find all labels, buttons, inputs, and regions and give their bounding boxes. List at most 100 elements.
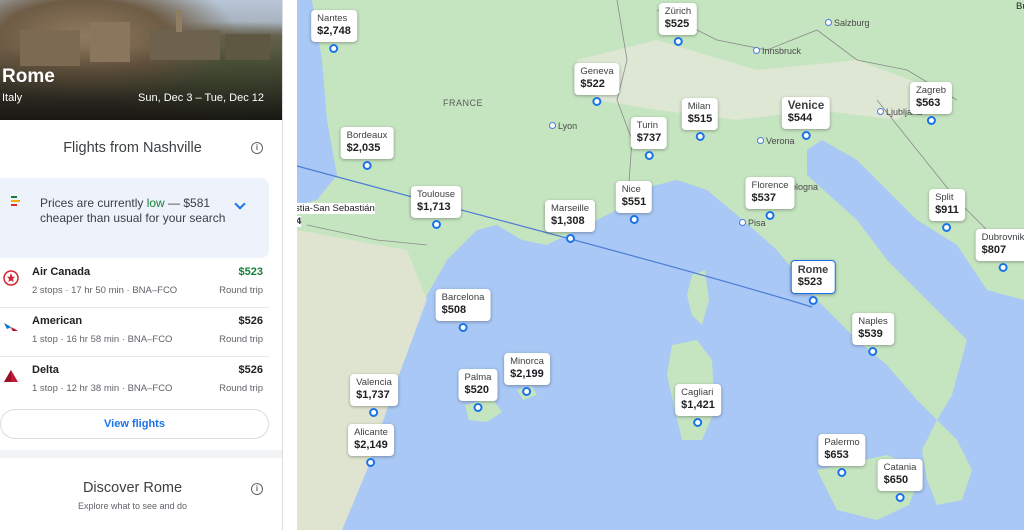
map-price-pin[interactable]: Split $911	[929, 189, 965, 232]
pin-price: $2,748	[317, 25, 351, 37]
map-price-pin[interactable]: Alicante $2,149	[348, 424, 394, 467]
map-price-pin[interactable]: Florence $537	[745, 177, 795, 220]
pin-dot	[362, 161, 372, 170]
map-city-dot	[877, 108, 884, 115]
pin-city: Zagreb	[915, 85, 947, 96]
pin-city: Palermo	[824, 437, 860, 448]
pin-city: Split	[935, 192, 954, 203]
trip-dates: Sun, Dec 3 – Tue, Dec 12	[138, 92, 264, 104]
map-price-pin[interactable]: Palma $520	[458, 369, 498, 412]
map-place-label: Innsbruck	[762, 46, 802, 56]
flight-option[interactable]: American 1 stop · 16 hr 58 min · BNA–FCO…	[0, 307, 269, 356]
map-price-pin[interactable]: Dubrovnik $807	[975, 229, 1024, 272]
pin-price: $525	[664, 18, 690, 30]
pin-dot	[693, 418, 703, 427]
map-price-pin[interactable]: Nantes $2,748	[311, 10, 357, 53]
pin-price: $544	[787, 112, 813, 124]
price-level-icon	[11, 196, 23, 206]
map-price-pin[interactable]: Palermo $653	[818, 434, 866, 477]
pin-price: $1,421	[681, 399, 715, 411]
pin-dot	[837, 468, 847, 477]
airline-name: American	[32, 315, 83, 327]
discover-title: Discover Rome	[82, 480, 183, 496]
map-city-dot	[753, 47, 760, 54]
map-price-pin[interactable]: Venice $544	[781, 97, 831, 140]
pin-city: Venice	[787, 100, 825, 112]
pin-price: $2,149	[354, 439, 388, 451]
pin-dot	[942, 223, 952, 232]
pin-price: $2,035	[346, 142, 381, 154]
pin-dot	[565, 234, 575, 243]
pin-dot	[868, 347, 878, 356]
chevron-down-icon[interactable]	[234, 198, 246, 210]
flight-price: $526	[238, 364, 263, 376]
map-price-pin[interactable]: Catania $650	[877, 459, 923, 502]
pin-city: Marseille	[550, 203, 590, 214]
pin-price: $653	[824, 449, 849, 461]
map-price-pin[interactable]: Zagreb $563	[909, 82, 953, 125]
price-insight[interactable]: Prices are currently low — $581 cheaper …	[0, 178, 269, 258]
destination-title: Rome	[2, 66, 55, 87]
destination-photo: Rome Italy Sun, Dec 3 – Tue, Dec 12	[0, 0, 282, 120]
price-level: low	[146, 196, 165, 210]
discover-subtitle: Explore what to see and do	[77, 501, 188, 511]
map-price-pin[interactable]: Barcelona $508	[435, 289, 491, 332]
pin-city: Alicante	[354, 427, 388, 438]
airline-name: Delta	[32, 364, 59, 376]
pin-price: $523	[797, 276, 823, 288]
map-price-pin[interactable]: Milan $515	[681, 98, 719, 141]
pin-dot	[369, 408, 379, 417]
flight-detail: 1 stop · 12 hr 38 min · BNA–FCO	[32, 383, 173, 394]
map-price-pin[interactable]: Geneva $522	[574, 63, 620, 106]
pin-city: Palma	[464, 372, 492, 383]
pin-city: Milan	[687, 101, 711, 112]
pin-dot	[629, 215, 639, 224]
pin-city: Toulouse	[416, 189, 456, 200]
pin-price: $563	[915, 97, 941, 109]
flights-title: Flights from Nashville	[63, 140, 202, 156]
pin-price: $515	[687, 113, 713, 125]
info-icon[interactable]: i	[251, 142, 263, 154]
pin-price: $1,308	[550, 215, 585, 227]
pin-city: Bordeaux	[346, 130, 388, 141]
pin-dot	[765, 211, 775, 220]
pin-dot	[808, 296, 818, 305]
pin-city: Rome	[797, 264, 829, 276]
flight-option[interactable]: Delta 1 stop · 12 hr 38 min · BNA–FCO $5…	[0, 356, 269, 405]
map-city-dot	[825, 19, 832, 26]
pin-dot	[695, 132, 705, 141]
pin-city: Zürich	[664, 6, 692, 17]
pin-price: $2,199	[510, 368, 544, 380]
pin-price: $520	[464, 384, 490, 396]
destination-country: Italy	[2, 92, 23, 104]
map-price-pin[interactable]: Valencia $1,737	[350, 374, 398, 417]
map-price-pin[interactable]: Cagliari $1,421	[675, 384, 721, 427]
map-price-pin[interactable]: Bordeaux $2,035	[340, 127, 394, 170]
pin-city: Valencia	[356, 377, 392, 388]
flight-option[interactable]: Air Canada 2 stops · 17 hr 50 min · BNA–…	[0, 258, 269, 307]
flight-price: $523	[238, 266, 263, 278]
map-price-pin[interactable]: Naples $539	[852, 313, 894, 356]
pin-price: $539	[858, 328, 883, 340]
pin-price: $537	[751, 192, 776, 204]
map-price-pin[interactable]: Toulouse $1,713	[410, 186, 462, 229]
pin-dot	[801, 131, 811, 140]
map-price-pin[interactable]: Zürich $525	[658, 3, 698, 46]
map-price-pin[interactable]: Nice $551	[615, 181, 653, 224]
map-price-pin-selected[interactable]: Rome $523	[790, 260, 836, 305]
pin-dot	[592, 97, 602, 106]
map-price-pin[interactable]: Minorca $2,199	[504, 353, 550, 396]
pin-price: $522	[580, 78, 605, 90]
info-icon[interactable]: i	[251, 483, 263, 495]
pin-city: Florence	[751, 180, 789, 191]
destination-panel: Rome Italy Sun, Dec 3 – Tue, Dec 12 Flig…	[0, 0, 283, 530]
pin-city: Geneva	[580, 66, 614, 77]
map[interactable]: FRANCE Lyon Verona Pisa Salzburg Innsbru…	[297, 0, 1024, 530]
pin-dot	[431, 220, 441, 229]
flight-price: $526	[238, 315, 263, 327]
pin-dot	[473, 403, 483, 412]
map-price-pin[interactable]: Marseille $1,308	[544, 200, 596, 243]
view-flights-button[interactable]: View flights	[0, 409, 269, 439]
map-price-pin[interactable]: Turin $737	[630, 117, 668, 160]
pin-price: $551	[621, 196, 647, 208]
